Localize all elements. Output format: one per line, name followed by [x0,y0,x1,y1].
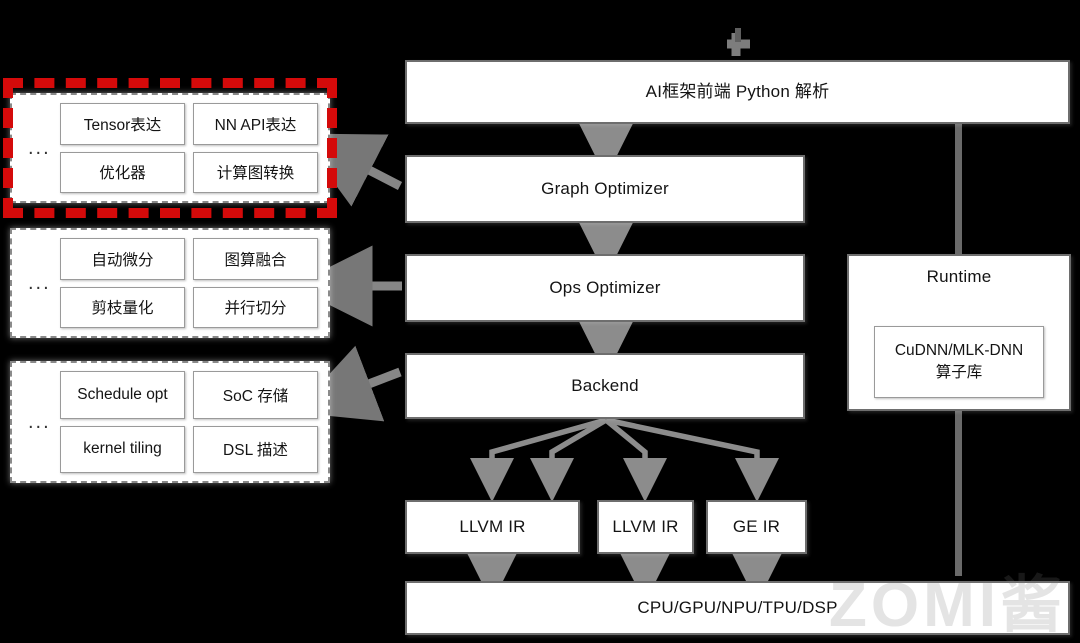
card-tensor-expression[interactable]: Tensor表达 [60,103,185,145]
node-ops-optimizer[interactable]: Ops Optimizer [405,254,805,322]
node-frontend-python-parse[interactable]: AI框架前端 Python 解析 [405,60,1070,124]
card-nn-api-expression[interactable]: NN API表达 [193,103,318,145]
card-graph-op-fusion[interactable]: 图算融合 [193,238,318,280]
diagram-canvas: ... Tensor表达 NN API表达 优化器 计算图转换 ... 自动微分… [0,0,1080,643]
group-ellipsis: ... [28,411,51,433]
backend-fanout-arrows [470,417,779,502]
node-label: LLVM IR [459,516,526,536]
card-kernel-tiling[interactable]: kernel tiling [60,425,185,473]
card-optimizer[interactable]: 优化器 [60,151,185,193]
operator-library-line1: CuDNN/MLK-DNN [894,341,1024,359]
card-schedule-opt[interactable]: Schedule opt [60,371,185,419]
card-dsl-description[interactable]: DSL 描述 [193,425,318,473]
card-soc-memory[interactable]: SoC 存储 [193,371,318,419]
left-group-graph[interactable]: ... 自动微分 图算融合 剪枝量化 并行切分 [10,228,330,338]
left-group-frontend[interactable]: ... Tensor表达 NN API表达 优化器 计算图转换 [10,93,330,203]
node-llvm-ir-2[interactable]: LLVM IR [597,500,694,554]
card-grid: 自动微分 图算融合 剪枝量化 并行切分 [60,238,318,328]
runtime-title: Runtime [926,267,992,286]
operator-library-line2: 算子库 [935,364,983,381]
node-label: AI框架前端 Python 解析 [645,81,830,101]
node-label: Backend [571,375,639,395]
group-ellipsis: ... [28,272,51,294]
group-ellipsis: ... [28,137,51,159]
group-link-arrows [291,133,403,422]
card-pruning-quantization[interactable]: 剪枝量化 [60,286,185,328]
card-graph-conversion[interactable]: 计算图转换 [193,151,318,193]
runtime-spine-lower [955,411,962,576]
node-label: CPU/GPU/NPU/TPU/DSP [637,597,838,617]
node-label: Ops Optimizer [549,277,661,297]
pointer-glyph-icon [727,28,750,56]
card-parallel-partition[interactable]: 并行切分 [193,286,318,328]
node-operator-library[interactable]: CuDNN/MLK-DNN 算子库 [874,326,1044,398]
node-llvm-ir-1[interactable]: LLVM IR [405,500,580,554]
card-auto-differentiation[interactable]: 自动微分 [60,238,185,280]
left-group-ops[interactable]: ... Schedule opt SoC 存储 kernel tiling DS… [10,361,330,483]
node-label: GE IR [732,516,781,536]
node-backend[interactable]: Backend [405,353,805,419]
card-grid: Tensor表达 NN API表达 优化器 计算图转换 [60,103,318,193]
ir-to-hardware-arrows [465,549,784,603]
watermark: ZOMI酱 [829,571,1066,640]
runtime-spine-upper [955,124,962,254]
node-graph-optimizer[interactable]: Graph Optimizer [405,155,805,223]
node-runtime[interactable]: Runtime CuDNN/MLK-DNN 算子库 [847,254,1071,411]
node-label: Graph Optimizer [541,178,669,198]
card-grid: Schedule opt SoC 存储 kernel tiling DSL 描述 [60,371,318,473]
node-label: LLVM IR [612,516,679,536]
node-ge-ir[interactable]: GE IR [706,500,807,554]
